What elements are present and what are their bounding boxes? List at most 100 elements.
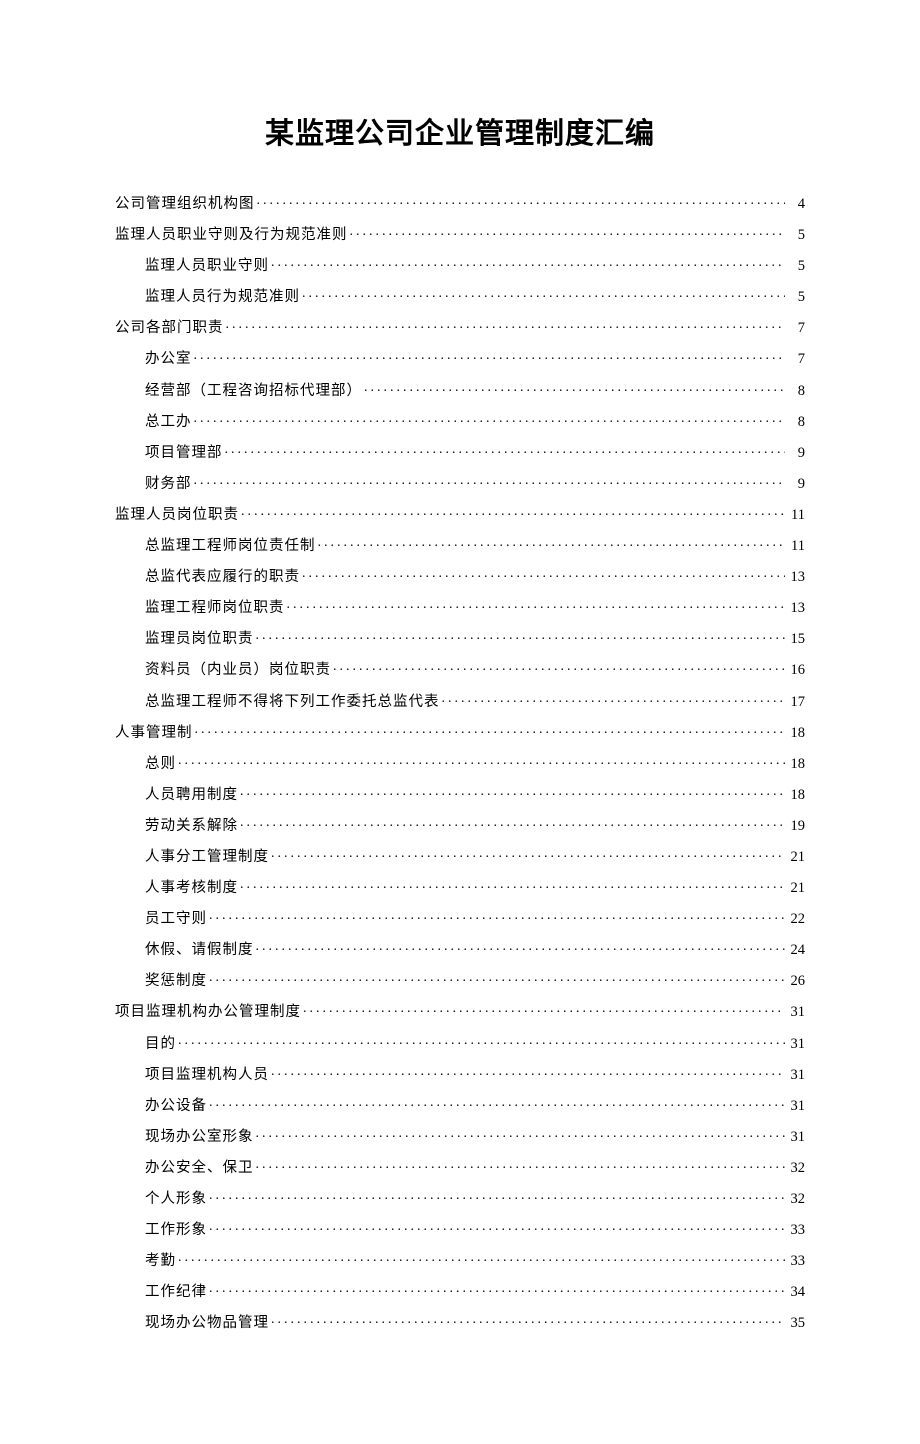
toc-entry-page: 31 bbox=[787, 1130, 805, 1145]
toc-entry: 监理工程师岗位职责13 bbox=[115, 598, 805, 616]
toc-entry: 项目管理部9 bbox=[115, 443, 805, 461]
toc-entry-page: 13 bbox=[787, 601, 805, 616]
toc-leader-dots bbox=[209, 1189, 785, 1203]
toc-entry: 监理人员职业守则及行为规范准则 5 bbox=[115, 225, 805, 243]
toc-entry-label: 现场办公物品管理 bbox=[145, 1316, 269, 1331]
toc-leader-dots bbox=[302, 567, 785, 581]
toc-entry: 总监理工程师不得将下列工作委托总监代表 17 bbox=[115, 692, 805, 710]
toc-leader-dots bbox=[225, 443, 786, 457]
toc-entry-label: 资料员（内业员）岗位职责 bbox=[145, 663, 331, 678]
toc-entry-page: 31 bbox=[787, 1037, 805, 1052]
toc-entry-label: 监理人员职业守则及行为规范准则 bbox=[115, 228, 348, 243]
toc-leader-dots bbox=[240, 878, 785, 892]
toc-entry-page: 22 bbox=[787, 912, 805, 927]
toc-entry: 人员聘用制度18 bbox=[115, 785, 805, 803]
toc-leader-dots bbox=[241, 505, 785, 519]
toc-leader-dots bbox=[350, 225, 786, 239]
toc-leader-dots bbox=[240, 785, 785, 799]
toc-entry: 公司管理组织机构图 4 bbox=[115, 194, 805, 212]
toc-entry-page: 9 bbox=[787, 477, 805, 492]
toc-entry-label: 现场办公室形象 bbox=[145, 1130, 254, 1145]
toc-entry-label: 奖惩制度 bbox=[145, 974, 207, 989]
toc-entry-page: 11 bbox=[787, 508, 805, 523]
toc-entry-page: 5 bbox=[787, 290, 805, 305]
toc-entry-label: 监理员岗位职责 bbox=[145, 632, 254, 647]
toc-leader-dots bbox=[318, 536, 786, 550]
toc-entry-label: 考勤 bbox=[145, 1254, 176, 1269]
toc-entry-page: 17 bbox=[787, 695, 805, 710]
toc-entry-page: 7 bbox=[787, 352, 805, 367]
toc-entry-label: 财务部 bbox=[145, 477, 192, 492]
toc-entry: 监理人员岗位职责11 bbox=[115, 505, 805, 523]
toc-leader-dots bbox=[442, 692, 786, 706]
toc-entry-page: 8 bbox=[787, 384, 805, 399]
toc-entry: 总则18 bbox=[115, 754, 805, 772]
toc-entry: 办公安全、保卫32 bbox=[115, 1158, 805, 1176]
toc-leader-dots bbox=[271, 1065, 785, 1079]
toc-entry: 公司各部门职责 7 bbox=[115, 318, 805, 336]
toc-entry: 办公设备31 bbox=[115, 1096, 805, 1114]
toc-leader-dots bbox=[209, 909, 785, 923]
toc-entry-page: 31 bbox=[787, 1068, 805, 1083]
toc-entry: 经营部（工程咨询招标代理部）8 bbox=[115, 381, 805, 399]
toc-leader-dots bbox=[178, 754, 785, 768]
table-of-contents: 公司管理组织机构图4监理人员职业守则及行为规范准则5监理人员职业守则5监理人员行… bbox=[115, 194, 805, 1331]
toc-entry-page: 32 bbox=[787, 1161, 805, 1176]
toc-entry: 休假、请假制度24 bbox=[115, 940, 805, 958]
toc-leader-dots bbox=[194, 412, 786, 426]
toc-entry-label: 工作形象 bbox=[145, 1223, 207, 1238]
toc-entry: 资料员（内业员）岗位职责16 bbox=[115, 660, 805, 678]
toc-leader-dots bbox=[364, 381, 785, 395]
toc-leader-dots bbox=[240, 816, 785, 830]
toc-entry: 监理人员行为规范准则5 bbox=[115, 287, 805, 305]
toc-entry: 目的 31 bbox=[115, 1034, 805, 1052]
toc-entry-label: 公司管理组织机构图 bbox=[115, 197, 255, 212]
toc-entry-page: 9 bbox=[787, 446, 805, 461]
toc-entry-page: 5 bbox=[787, 259, 805, 274]
toc-leader-dots bbox=[271, 1313, 785, 1327]
toc-leader-dots bbox=[209, 971, 785, 985]
toc-entry-label: 总监理工程师岗位责任制 bbox=[145, 539, 316, 554]
toc-entry-page: 13 bbox=[787, 570, 805, 585]
toc-entry-page: 34 bbox=[787, 1285, 805, 1300]
toc-leader-dots bbox=[302, 287, 785, 301]
toc-leader-dots bbox=[257, 194, 786, 208]
toc-leader-dots bbox=[195, 723, 786, 737]
toc-entry: 办公室 7 bbox=[115, 349, 805, 367]
toc-entry-label: 总监理工程师不得将下列工作委托总监代表 bbox=[145, 695, 440, 710]
document-page: 某监理公司企业管理制度汇编 公司管理组织机构图4监理人员职业守则及行为规范准则5… bbox=[0, 0, 920, 1444]
toc-entry-label: 人员聘用制度 bbox=[145, 788, 238, 803]
toc-entry-page: 7 bbox=[787, 321, 805, 336]
toc-entry: 项目监理机构人员31 bbox=[115, 1065, 805, 1083]
toc-entry-page: 26 bbox=[787, 974, 805, 989]
toc-leader-dots bbox=[256, 1158, 786, 1172]
toc-entry-label: 办公室 bbox=[145, 352, 192, 367]
toc-leader-dots bbox=[194, 474, 786, 488]
toc-entry-label: 总监代表应履行的职责 bbox=[145, 570, 300, 585]
toc-leader-dots bbox=[209, 1096, 785, 1110]
toc-leader-dots bbox=[256, 1127, 786, 1141]
toc-entry-page: 33 bbox=[787, 1223, 805, 1238]
toc-entry: 项目监理机构办公管理制度31 bbox=[115, 1002, 805, 1020]
toc-entry-label: 人事考核制度 bbox=[145, 881, 238, 896]
toc-entry-label: 员工守则 bbox=[145, 912, 207, 927]
toc-entry-page: 33 bbox=[787, 1254, 805, 1269]
toc-entry-page: 5 bbox=[787, 228, 805, 243]
toc-entry: 劳动关系解除19 bbox=[115, 816, 805, 834]
toc-entry-page: 15 bbox=[787, 632, 805, 647]
toc-entry: 员工守则 22 bbox=[115, 909, 805, 927]
toc-entry-label: 公司各部门职责 bbox=[115, 321, 224, 336]
toc-entry-label: 目的 bbox=[145, 1037, 176, 1052]
toc-leader-dots bbox=[194, 349, 786, 363]
toc-entry-page: 18 bbox=[787, 757, 805, 772]
toc-entry-page: 4 bbox=[787, 197, 805, 212]
toc-leader-dots bbox=[303, 1002, 785, 1016]
toc-leader-dots bbox=[209, 1282, 785, 1296]
toc-entry: 现场办公室形象 31 bbox=[115, 1127, 805, 1145]
toc-entry: 奖惩制度 26 bbox=[115, 971, 805, 989]
toc-leader-dots bbox=[178, 1251, 785, 1265]
toc-entry: 人事分工管理制度21 bbox=[115, 847, 805, 865]
toc-entry-label: 人事管理制 bbox=[115, 726, 193, 741]
toc-leader-dots bbox=[271, 256, 785, 270]
toc-entry-page: 24 bbox=[787, 943, 805, 958]
